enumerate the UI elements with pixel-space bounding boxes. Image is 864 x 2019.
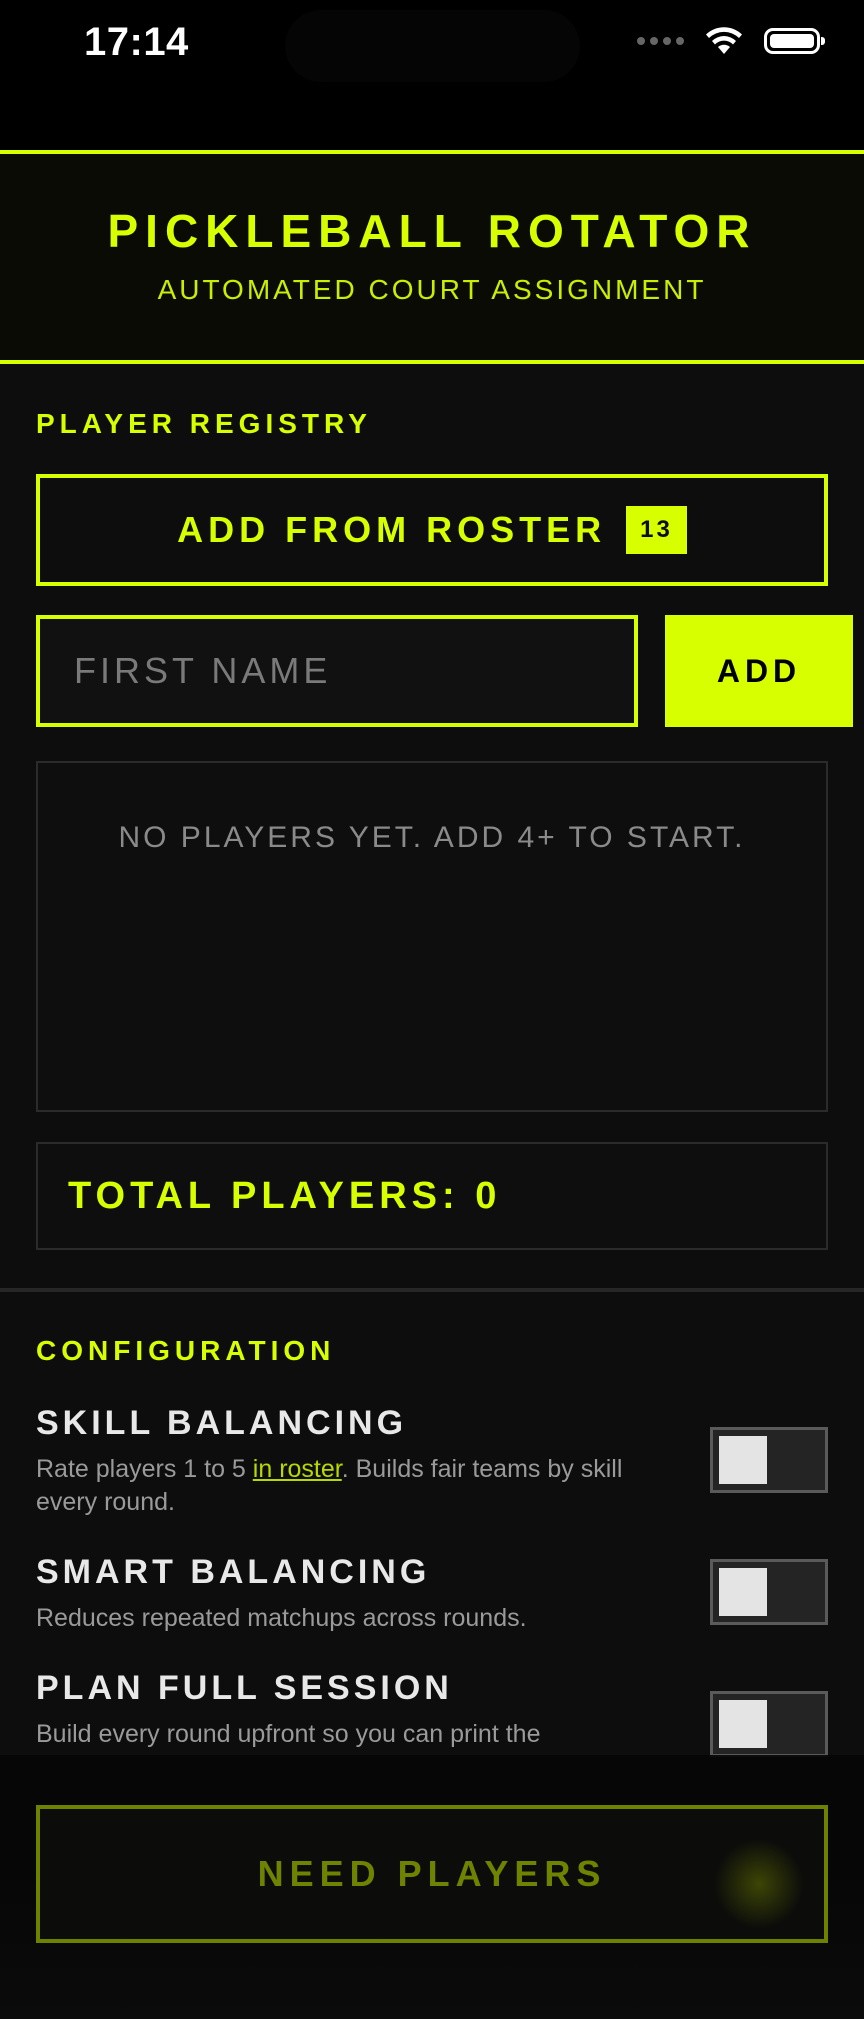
setting-description: Build every round upfront so you can pri… — [36, 1720, 541, 1748]
toggle-knob — [719, 1568, 767, 1616]
smart-balancing-toggle[interactable] — [710, 1559, 828, 1625]
dynamic-island — [285, 10, 580, 82]
cellular-signal-icon — [637, 37, 684, 45]
section-divider — [0, 1288, 864, 1292]
wifi-icon — [706, 27, 742, 54]
add-from-roster-label: ADD FROM ROSTER — [177, 509, 607, 550]
app-subtitle: AUTOMATED COURT ASSIGNMENT — [157, 274, 707, 305]
player-list: NO PLAYERS YET. ADD 4+ TO START. — [36, 761, 828, 1112]
plan-full-session-toggle[interactable] — [710, 1691, 828, 1757]
total-players-box: TOTAL PLAYERS: 0 — [36, 1142, 828, 1250]
total-players-label: TOTAL PLAYERS: 0 — [68, 1174, 502, 1217]
setting-plan-full-session: PLAN FULL SESSION Build every round upfr… — [36, 1669, 828, 1757]
toggle-knob — [719, 1700, 767, 1748]
empty-state-message: NO PLAYERS YET. ADD 4+ TO START. — [118, 821, 746, 854]
setting-skill-balancing: SKILL BALANCING Rate players 1 to 5 in r… — [36, 1404, 828, 1519]
description-text: Rate players 1 to 5 — [36, 1455, 253, 1483]
need-players-button[interactable]: NEED PLAYERS — [36, 1805, 828, 1943]
status-bar: 17:14 — [0, 0, 864, 150]
roster-count-badge: 13 — [626, 506, 687, 554]
first-name-input[interactable] — [36, 615, 638, 727]
add-player-button[interactable]: ADD — [665, 615, 853, 727]
player-registry-heading: PLAYER REGISTRY — [36, 408, 372, 439]
in-roster-link[interactable]: in roster — [253, 1455, 342, 1483]
add-from-roster-button[interactable]: ADD FROM ROSTER 13 — [36, 474, 828, 586]
skill-balancing-toggle[interactable] — [710, 1427, 828, 1493]
status-time: 17:14 — [84, 20, 189, 64]
battery-icon — [764, 28, 825, 54]
status-icons — [637, 26, 825, 56]
setting-description: Rate players 1 to 5 in roster. Builds fa… — [36, 1453, 676, 1519]
app-header: PICKLEBALL ROTATOR AUTOMATED COURT ASSIG… — [0, 150, 864, 364]
setting-description: Reduces repeated matchups across rounds. — [36, 1604, 527, 1632]
toggle-knob — [719, 1436, 767, 1484]
need-players-label: NEED PLAYERS — [257, 1853, 607, 1894]
configuration-heading: CONFIGURATION — [36, 1335, 336, 1366]
setting-smart-balancing: SMART BALANCING Reduces repeated matchup… — [36, 1553, 828, 1635]
app-title: PICKLEBALL ROTATOR — [107, 205, 757, 257]
